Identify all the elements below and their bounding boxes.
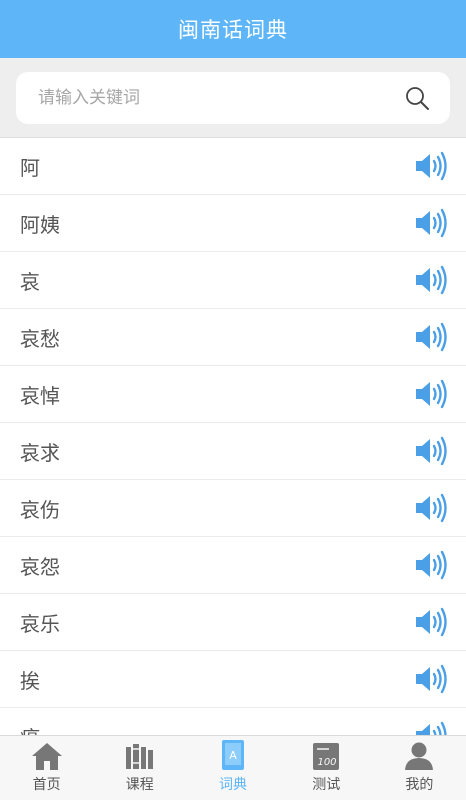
word-text: 哀 <box>20 269 40 294</box>
list-item[interactable]: 癌 <box>0 708 466 736</box>
list-item[interactable]: 哀乐 <box>0 594 466 651</box>
tab-courses[interactable]: 课程 <box>93 736 186 800</box>
word-text: 挨 <box>20 668 40 693</box>
speaker-icon[interactable] <box>414 606 448 638</box>
word-list: 阿 阿姨 哀 哀愁 哀悼 哀求 哀伤 哀怨 哀乐 挨 癌 <box>0 138 466 736</box>
tab-label: 首页 <box>32 777 61 793</box>
word-text: 哀乐 <box>20 611 60 636</box>
search-input[interactable] <box>36 87 402 109</box>
list-item[interactable]: 哀 <box>0 252 466 309</box>
tab-home[interactable]: 首页 <box>0 736 93 800</box>
search-box[interactable] <box>16 72 450 124</box>
word-text: 阿 <box>20 155 40 180</box>
list-item[interactable]: 哀求 <box>0 423 466 480</box>
word-text: 哀求 <box>20 440 60 465</box>
word-text: 癌 <box>20 722 40 737</box>
tab-label: 我的 <box>405 777 434 793</box>
tab-label: 课程 <box>125 777 154 793</box>
word-text: 阿姨 <box>20 212 60 237</box>
word-text: 哀愁 <box>20 326 60 351</box>
speaker-icon[interactable] <box>414 720 448 736</box>
books-icon <box>123 737 157 771</box>
search-bar <box>0 58 466 138</box>
tab-label: 测试 <box>312 777 341 793</box>
tab-test[interactable]: 100 测试 <box>280 736 373 800</box>
list-item[interactable]: 哀怨 <box>0 537 466 594</box>
tab-label: 词典 <box>219 777 247 793</box>
list-item[interactable]: 哀愁 <box>0 309 466 366</box>
list-item[interactable]: 哀伤 <box>0 480 466 537</box>
list-item[interactable]: 阿姨 <box>0 195 466 252</box>
tab-dictionary[interactable]: A 词典 <box>186 736 279 800</box>
svg-text:100: 100 <box>318 757 337 768</box>
dictionary-icon: A <box>216 737 250 771</box>
home-icon <box>30 737 64 771</box>
bottom-tab-bar: 首页 课程 A 词典 100 测试 我的 <box>0 735 466 800</box>
word-text: 哀怨 <box>20 554 60 579</box>
word-text: 哀悼 <box>20 383 60 408</box>
test-icon: 100 <box>309 737 343 771</box>
app-header: 闽南话词典 <box>0 0 466 58</box>
list-item[interactable]: 哀悼 <box>0 366 466 423</box>
word-text: 哀伤 <box>20 497 60 522</box>
search-icon[interactable] <box>402 83 432 113</box>
speaker-icon[interactable] <box>414 150 448 182</box>
list-item[interactable]: 挨 <box>0 651 466 708</box>
profile-icon <box>402 737 436 771</box>
speaker-icon[interactable] <box>414 492 448 524</box>
speaker-icon[interactable] <box>414 435 448 467</box>
speaker-icon[interactable] <box>414 207 448 239</box>
list-item[interactable]: 阿 <box>0 138 466 195</box>
svg-text:A: A <box>229 749 237 762</box>
page-title: 闽南话词典 <box>178 18 288 42</box>
speaker-icon[interactable] <box>414 663 448 695</box>
speaker-icon[interactable] <box>414 321 448 353</box>
speaker-icon[interactable] <box>414 549 448 581</box>
speaker-icon[interactable] <box>414 264 448 296</box>
tab-profile[interactable]: 我的 <box>373 736 466 800</box>
speaker-icon[interactable] <box>414 378 448 410</box>
